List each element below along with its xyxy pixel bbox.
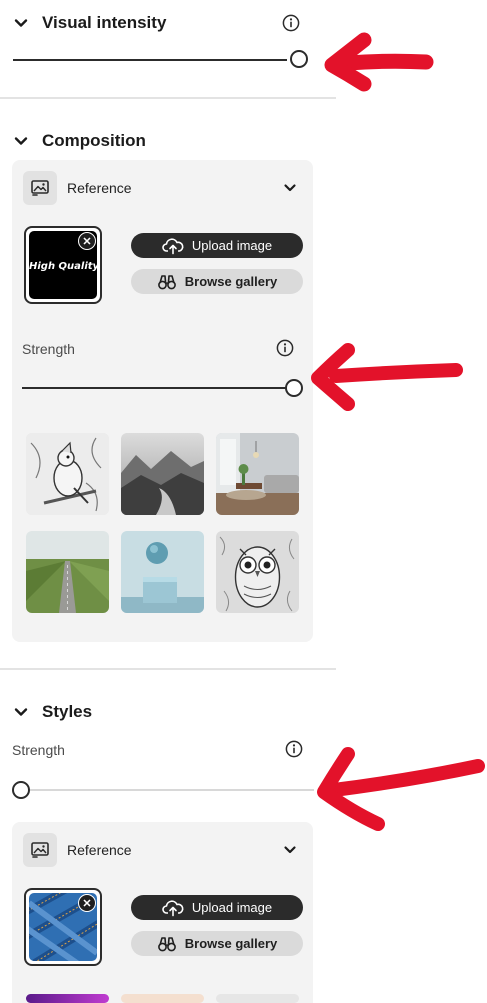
upload-cloud-icon	[162, 237, 184, 254]
upload-image-button[interactable]: Upload image	[131, 233, 303, 258]
reference-icon-box	[23, 833, 57, 867]
chevron-down-icon	[14, 708, 28, 716]
gallery-image-misty-mountains[interactable]	[121, 433, 204, 515]
close-icon: ✕	[82, 897, 92, 910]
visual-intensity-slider-track[interactable]	[13, 59, 287, 61]
chevron-down-icon	[14, 19, 28, 27]
annotation-arrow-icon	[311, 343, 463, 411]
reference-icon-box	[23, 171, 57, 205]
binoculars-icon	[157, 274, 176, 289]
chevron-down-icon[interactable]	[283, 843, 297, 857]
reference-label: Reference	[67, 180, 132, 196]
visual-intensity-slider-thumb[interactable]	[290, 50, 308, 68]
info-icon[interactable]	[282, 14, 300, 32]
upload-image-label: Upload image	[191, 238, 273, 253]
gallery-image-sphere-on-block[interactable]	[121, 531, 204, 613]
gallery-image-style-1[interactable]	[26, 994, 109, 1003]
chevron-down-icon	[14, 137, 28, 145]
annotation-arrow-icon	[317, 747, 485, 831]
gallery-image-field-road[interactable]	[26, 531, 109, 613]
section-title: Visual intensity	[42, 13, 167, 32]
browse-gallery-label: Browse gallery	[184, 936, 278, 951]
styles-strength-slider-thumb[interactable]	[12, 781, 30, 799]
image-reference-icon	[31, 842, 49, 858]
browse-gallery-button[interactable]: Browse gallery	[131, 269, 303, 294]
reference-label: Reference	[67, 842, 132, 858]
gallery-image-living-room[interactable]	[216, 433, 299, 515]
styles-header[interactable]: Styles	[14, 702, 92, 722]
composition-header[interactable]: Composition	[14, 131, 146, 151]
styles-strength-slider-track[interactable]	[30, 789, 314, 791]
divider	[0, 668, 336, 670]
section-title: Composition	[42, 131, 146, 150]
browse-gallery-label: Browse gallery	[184, 274, 278, 289]
composition-strength-slider-track[interactable]	[22, 387, 286, 389]
gallery-image-bird-sketch[interactable]	[26, 433, 109, 515]
annotation-arrow-icon	[324, 32, 434, 92]
gallery-image-style-3[interactable]	[216, 994, 299, 1003]
upload-cloud-icon	[162, 899, 184, 916]
gallery-image-style-2[interactable]	[121, 994, 204, 1003]
info-icon[interactable]	[285, 740, 303, 758]
remove-reference-button[interactable]: ✕	[78, 232, 96, 250]
chevron-down-icon[interactable]	[283, 181, 297, 195]
gallery-image-owl-sketch[interactable]	[216, 531, 299, 613]
section-title: Styles	[42, 702, 93, 721]
divider	[0, 97, 336, 99]
composition-strength-slider-thumb[interactable]	[285, 379, 303, 397]
binoculars-icon	[157, 936, 176, 951]
browse-gallery-button[interactable]: Browse gallery	[131, 931, 303, 956]
strength-label: Strength	[12, 742, 65, 758]
info-icon[interactable]	[276, 339, 294, 357]
image-reference-icon	[31, 180, 49, 196]
strength-label: Strength	[22, 341, 75, 357]
upload-image-label: Upload image	[191, 900, 273, 915]
reference-thumb-text: High Quality Gor	[29, 261, 97, 272]
upload-image-button[interactable]: Upload image	[131, 895, 303, 920]
remove-reference-button[interactable]: ✕	[78, 894, 96, 912]
visual-intensity-header[interactable]: Visual intensity	[14, 13, 166, 33]
close-icon: ✕	[82, 235, 92, 248]
